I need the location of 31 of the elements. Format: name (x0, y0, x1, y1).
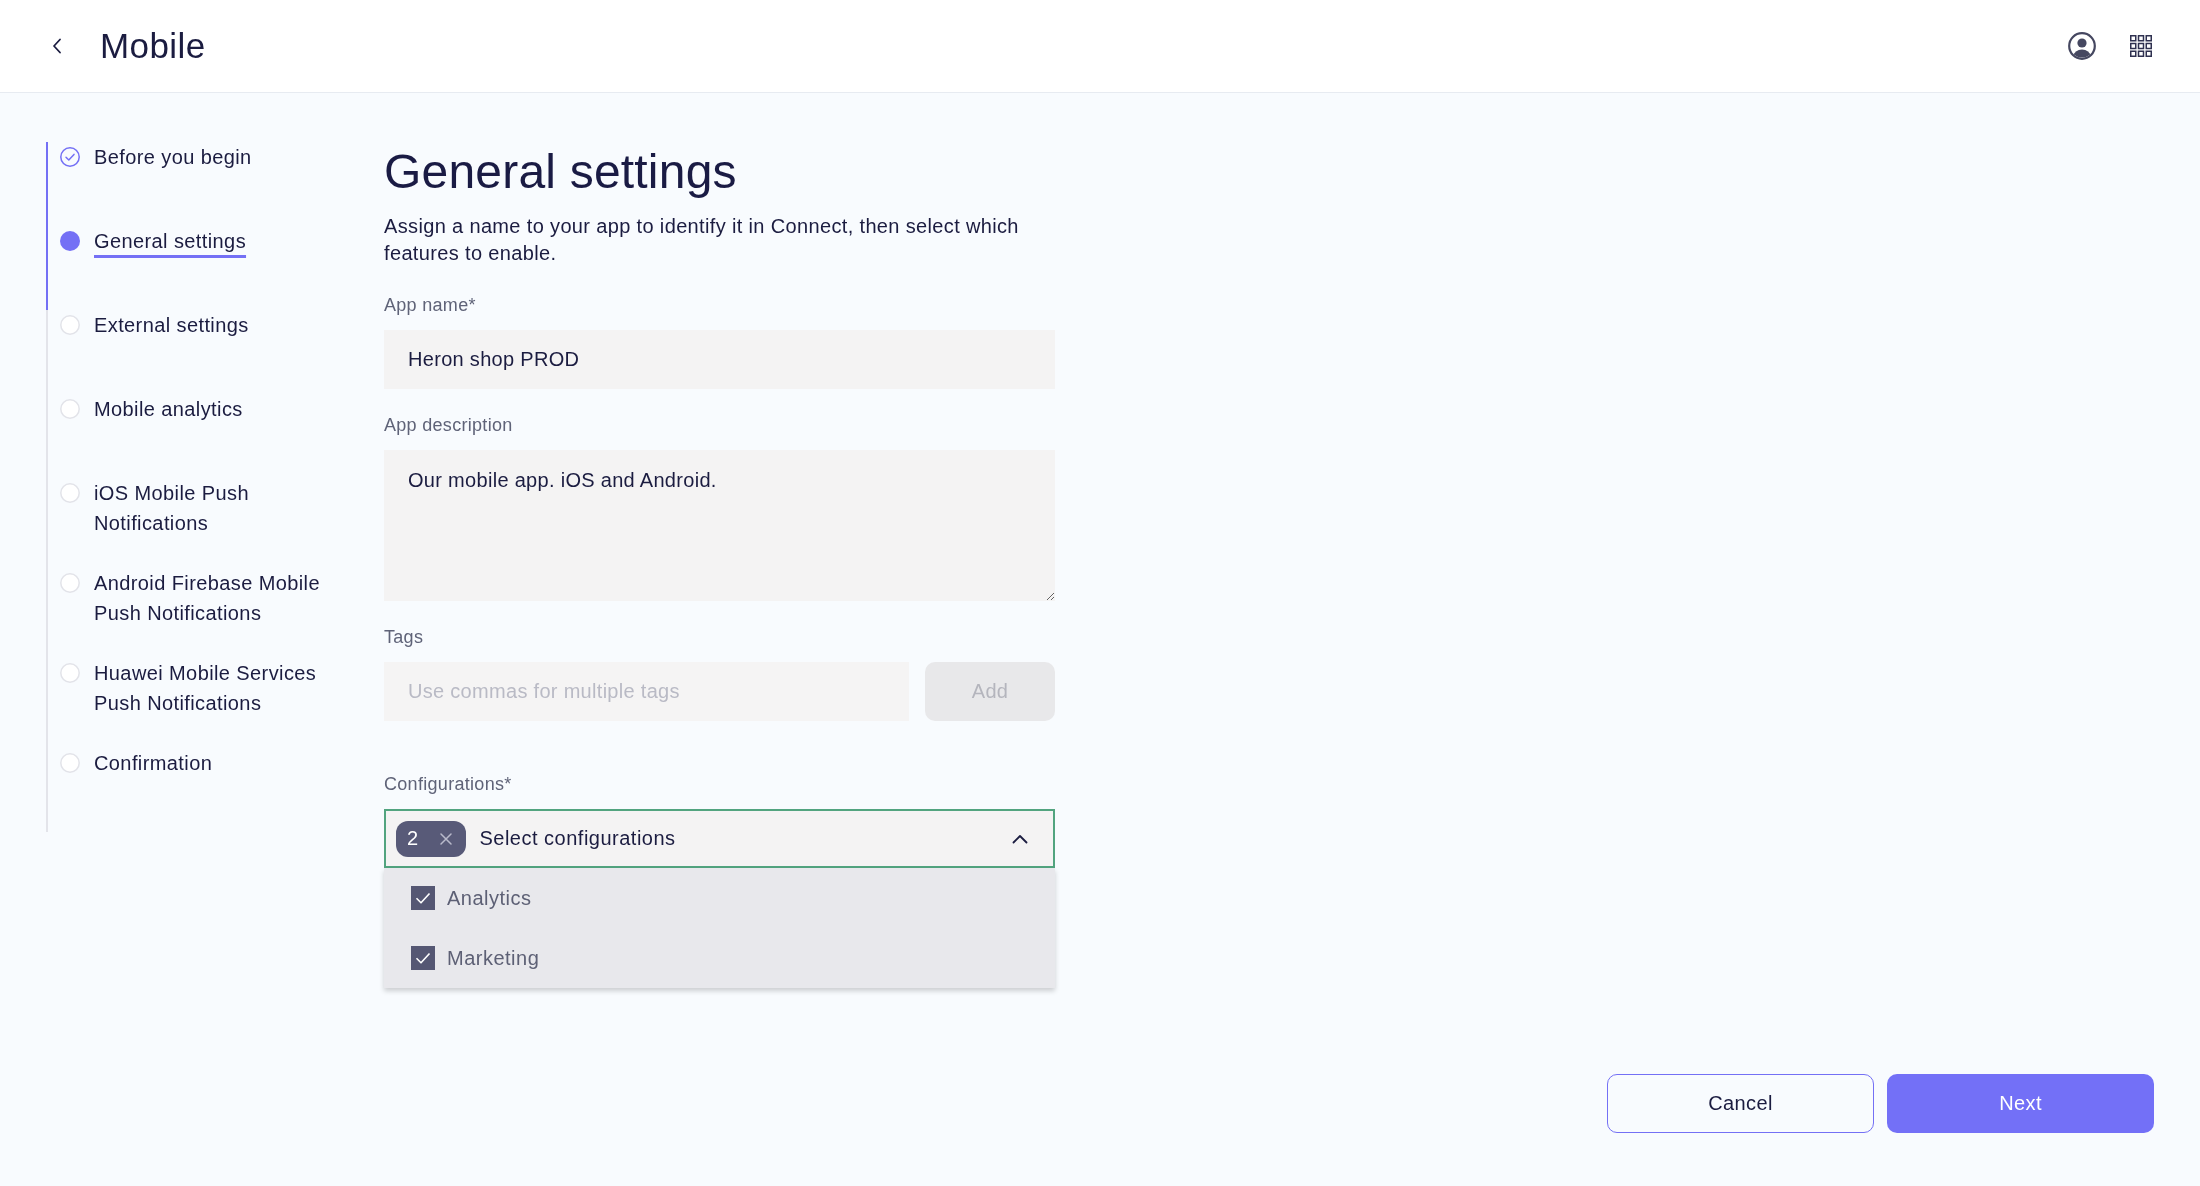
page-title: Mobile (100, 25, 206, 67)
section-description: Assign a name to your app to identify it in Connect, then select which features to enable. (384, 214, 1020, 266)
field-label: App description (384, 414, 514, 437)
step-link[interactable]: Before you begin (60, 142, 252, 172)
step-link[interactable]: Android Firebase Mobile Push Notifications (60, 568, 344, 628)
primary-button[interactable]: Next (1887, 1074, 2154, 1133)
section-title: General settings (384, 144, 738, 200)
field-label: Configurations* (384, 773, 513, 796)
step-link[interactable]: Huawei Mobile Services Push Notifications (60, 658, 344, 718)
grid-icon[interactable] (2130, 35, 2152, 57)
user-icon[interactable] (2068, 32, 2096, 60)
selection-count-chip[interactable]: 2 (396, 820, 467, 857)
field-label: App name* (384, 294, 477, 317)
step-link[interactable]: External settings (60, 310, 249, 340)
clear-icon[interactable] (440, 832, 453, 845)
step-link[interactable]: General settings (60, 226, 247, 256)
app-name-input[interactable]: Heron shop PROD (384, 330, 1055, 389)
step-link[interactable]: Mobile analytics (60, 394, 243, 424)
back-icon[interactable] (52, 38, 62, 54)
configurations-select[interactable]: 2 Select configurations (384, 809, 1055, 868)
chevron-up-icon (1012, 833, 1028, 844)
checkbox[interactable] (411, 886, 435, 910)
description-textarea[interactable]: Our mobile app. iOS and Android. (384, 450, 1055, 601)
secondary-button[interactable]: Cancel (1607, 1074, 1874, 1133)
checkbox[interactable] (411, 946, 435, 970)
dropdown-option[interactable]: Analytics (384, 868, 1055, 928)
dropdown-option[interactable]: Marketing (384, 928, 1055, 988)
tags-input[interactable]: Use commas for multiple tags (384, 662, 909, 721)
field-label: Tags (384, 626, 425, 649)
step-link[interactable]: Confirmation (60, 748, 213, 778)
step-link[interactable]: iOS Mobile Push Notifications (60, 478, 344, 538)
